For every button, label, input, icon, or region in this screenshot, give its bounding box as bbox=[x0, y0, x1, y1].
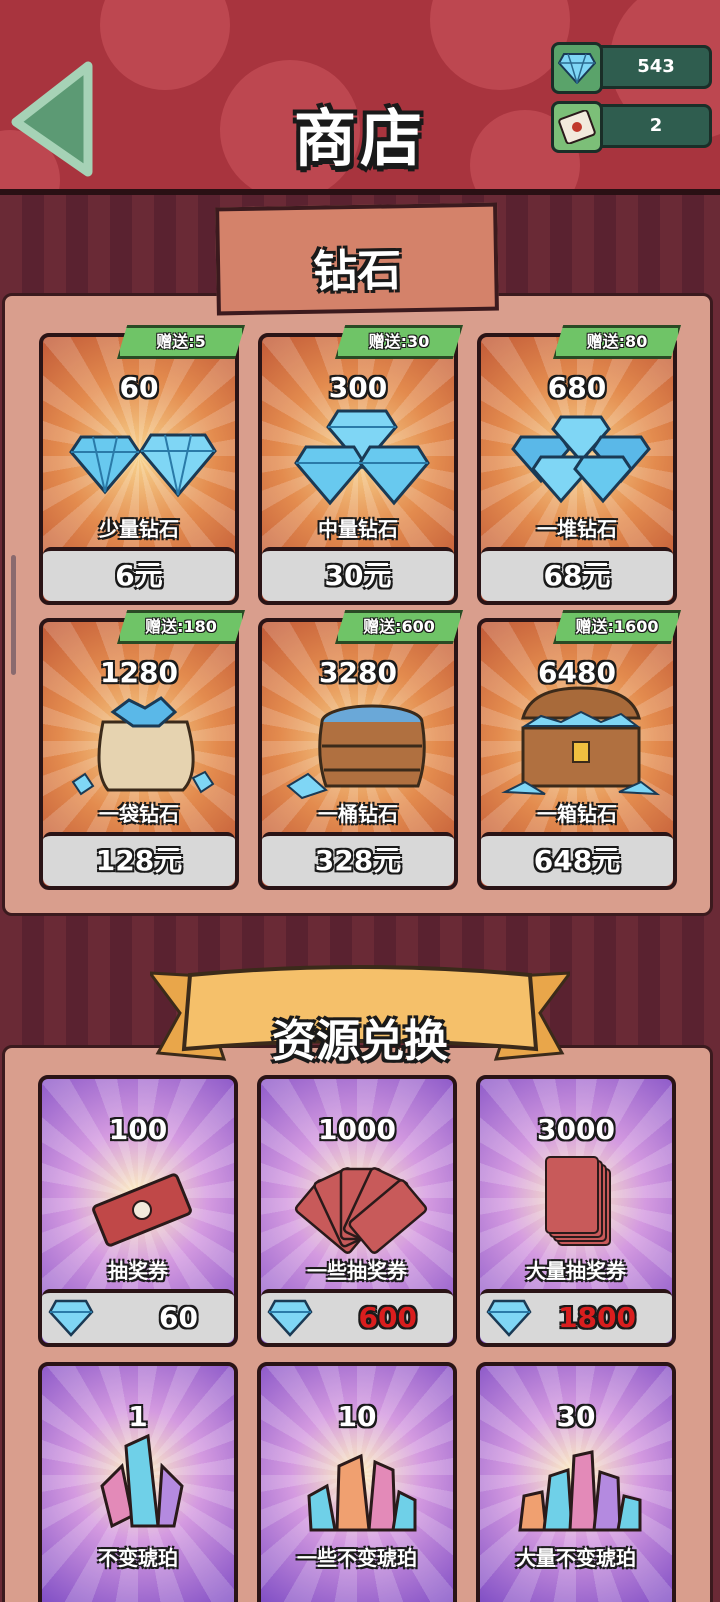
item-name: 抽奖券 bbox=[108, 1259, 168, 1283]
price-button[interactable]: 328元 bbox=[262, 832, 454, 886]
pack-name: 中量钻石 bbox=[318, 517, 398, 541]
diamond-pack-card[interactable]: 680 一堆钻石 68元 bbox=[477, 333, 677, 605]
pack-name: 一箱钻石 bbox=[537, 802, 617, 826]
ticket-balance-value: 2 bbox=[649, 115, 663, 136]
ticket-icon bbox=[551, 101, 603, 153]
diamond-icon bbox=[48, 1299, 94, 1337]
three-diamonds-icon bbox=[294, 409, 430, 506]
diamond-icon bbox=[486, 1299, 532, 1337]
ticket-stack-icon bbox=[545, 1156, 611, 1246]
bonus-tag: 赠送:80 bbox=[553, 325, 681, 359]
exchange-section-title: 资源兑换 bbox=[272, 1016, 448, 1067]
diamond-pack-card[interactable]: 6480 一箱钻石 648元 bbox=[477, 618, 677, 890]
exchange-item-card[interactable]: 1000 一些抽奖券 600 bbox=[257, 1075, 457, 1347]
treasure-chest-icon bbox=[501, 686, 661, 796]
price-button[interactable]: 30元 bbox=[262, 547, 454, 601]
diamond-sack-icon bbox=[71, 696, 215, 796]
scrollbar[interactable] bbox=[11, 555, 16, 675]
diamond-pack-card[interactable]: 300 中量钻石 30元 bbox=[258, 333, 458, 605]
exchange-item-card[interactable]: 30 大量不变琥珀 bbox=[476, 1362, 676, 1602]
amber-pile-icon bbox=[518, 1450, 642, 1532]
exchange-cost: 60 bbox=[159, 1301, 198, 1334]
bonus-tag: 赠送:600 bbox=[335, 610, 463, 644]
pack-name: 一堆钻石 bbox=[537, 517, 617, 541]
diamond-section-tab: 钻石 bbox=[215, 202, 499, 316]
bonus-tag: 赠送:30 bbox=[335, 325, 463, 359]
amber-crystal-icon bbox=[100, 1433, 184, 1529]
item-name: 一些抽奖券 bbox=[307, 1259, 407, 1283]
lottery-ticket-icon bbox=[92, 1173, 192, 1247]
price-button[interactable]: 648元 bbox=[481, 832, 673, 886]
diamond-balance[interactable]: 543 bbox=[551, 42, 712, 94]
diamond-balance-value: 543 bbox=[637, 56, 675, 77]
bonus-tag: 赠送:180 bbox=[117, 610, 245, 644]
exchange-cost-button[interactable]: 1800 bbox=[480, 1289, 672, 1343]
diamond-pack-card[interactable]: 3280 一桶钻石 328元 bbox=[258, 618, 458, 890]
diamond-pile-icon bbox=[511, 415, 651, 504]
exchange-cost: 1800 bbox=[558, 1301, 636, 1334]
exchange-item-card[interactable]: 3000 大量抽奖券 1800 bbox=[476, 1075, 676, 1347]
diamond-pack-card[interactable]: 1280 一袋钻石 128元 bbox=[39, 618, 239, 890]
item-name: 大量抽奖券 bbox=[526, 1259, 626, 1283]
amber-cluster-icon bbox=[307, 1453, 417, 1532]
bonus-tag: 赠送:1600 bbox=[553, 610, 681, 644]
ticket-balance[interactable]: 2 bbox=[551, 101, 712, 153]
item-name: 一些不变琥珀 bbox=[297, 1546, 417, 1570]
item-name: 不变琥珀 bbox=[98, 1546, 178, 1570]
two-diamonds-icon bbox=[69, 433, 217, 498]
exchange-cost-button[interactable]: 60 bbox=[42, 1289, 234, 1343]
price-button[interactable]: 6元 bbox=[43, 547, 235, 601]
exchange-cost-button[interactable]: 600 bbox=[261, 1289, 453, 1343]
price-button[interactable]: 128元 bbox=[43, 832, 235, 886]
exchange-item-card[interactable]: 10 一些不变琥珀 bbox=[257, 1362, 457, 1602]
pack-name: 少量钻石 bbox=[99, 517, 179, 541]
pack-name: 一袋钻石 bbox=[99, 802, 179, 826]
diamond-icon bbox=[551, 42, 603, 94]
exchange-cost: 600 bbox=[358, 1301, 417, 1334]
exchange-item-card[interactable]: 1 不变琥珀 bbox=[38, 1362, 238, 1602]
diamond-section-title: 钻石 bbox=[312, 245, 402, 298]
bonus-tag: 赠送:5 bbox=[117, 325, 245, 359]
exchange-item-card[interactable]: 100 抽奖券 60 bbox=[38, 1075, 238, 1347]
ticket-fan-icon bbox=[294, 1167, 428, 1254]
diamond-icon bbox=[267, 1299, 313, 1337]
diamond-pack-card[interactable]: 60 少量钻石 6元 bbox=[39, 333, 239, 605]
item-name: 大量不变琥珀 bbox=[516, 1546, 636, 1570]
price-button[interactable]: 68元 bbox=[481, 547, 673, 601]
pack-name: 一桶钻石 bbox=[318, 802, 398, 826]
diamond-barrel-icon bbox=[286, 704, 426, 800]
